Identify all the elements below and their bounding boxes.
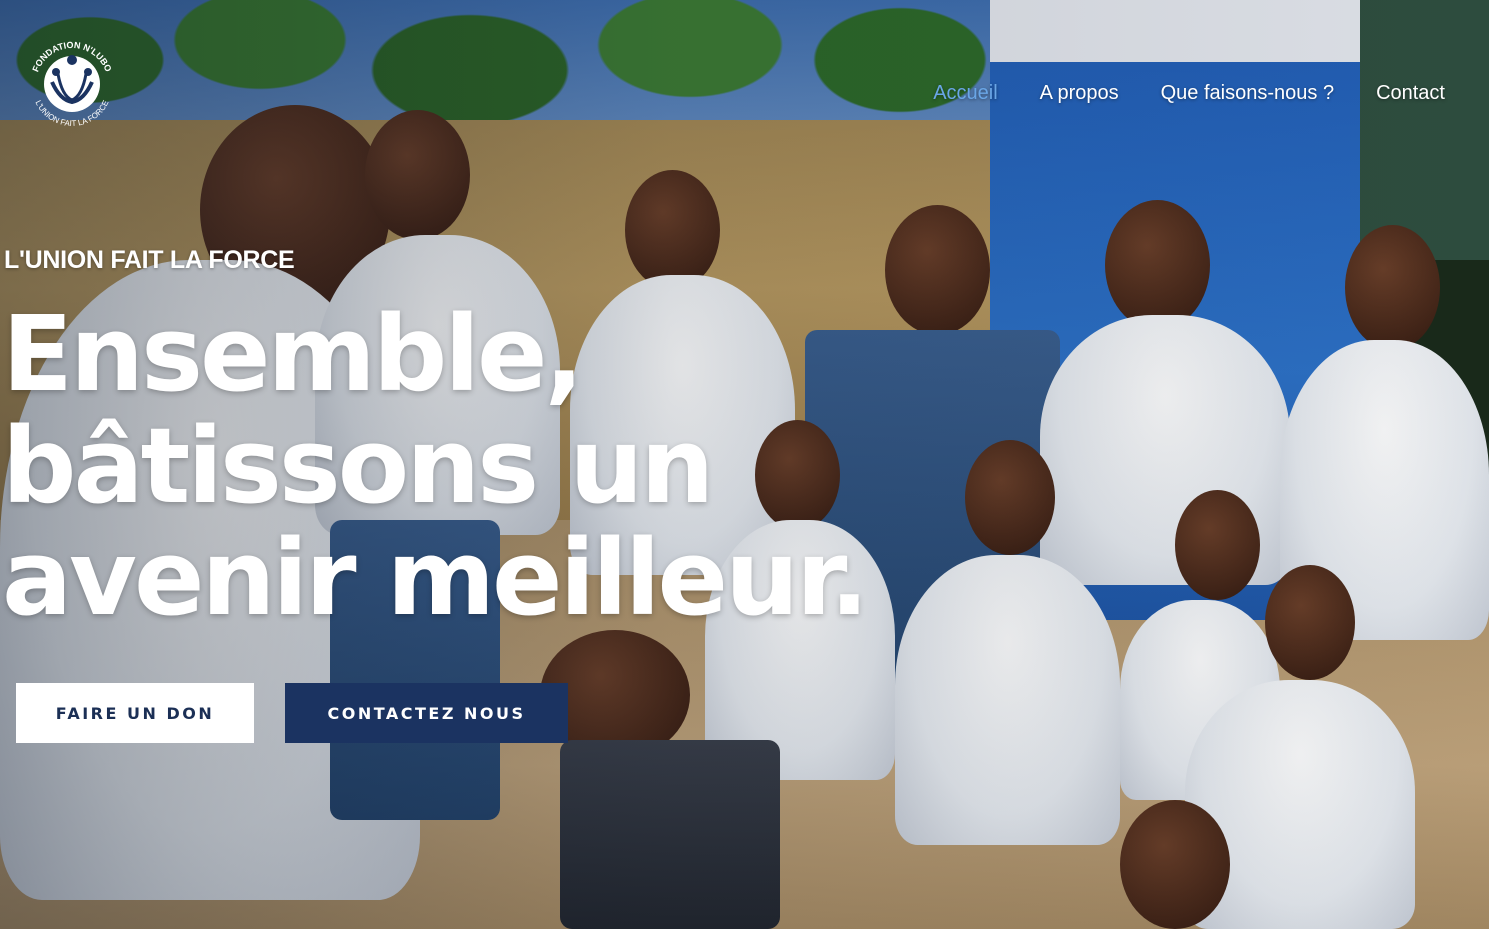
headline-line-1: Ensemble, <box>2 293 584 415</box>
headline-line-3: avenir meilleur. <box>2 517 869 639</box>
headline-line-2: bâtissons un <box>2 405 714 527</box>
hero-section: FONDATION N'LUBO L'UNION FAIT LA FORCE A… <box>0 0 1489 929</box>
hero-tagline: L'UNION FAIT LA FORCE <box>4 246 295 274</box>
fondation-logo-icon: FONDATION N'LUBO L'UNION FAIT LA FORCE <box>30 40 113 128</box>
nav-item-contact[interactable]: Contact <box>1376 82 1445 105</box>
nav-item-a-propos[interactable]: A propos <box>1040 82 1119 105</box>
fondation-logo[interactable]: FONDATION N'LUBO L'UNION FAIT LA FORCE <box>22 34 122 134</box>
main-navigation: Accueil A propos Que faisons-nous ? Cont… <box>933 82 1445 105</box>
nav-item-accueil[interactable]: Accueil <box>933 82 997 105</box>
donate-button[interactable]: FAIRE UN DON <box>16 683 254 743</box>
hero-headline: Ensemble, bâtissons un avenir meilleur. <box>2 298 982 634</box>
contact-us-button[interactable]: CONTACTEZ NOUS <box>285 683 568 743</box>
nav-item-que-faisons-nous[interactable]: Que faisons-nous ? <box>1161 82 1334 105</box>
